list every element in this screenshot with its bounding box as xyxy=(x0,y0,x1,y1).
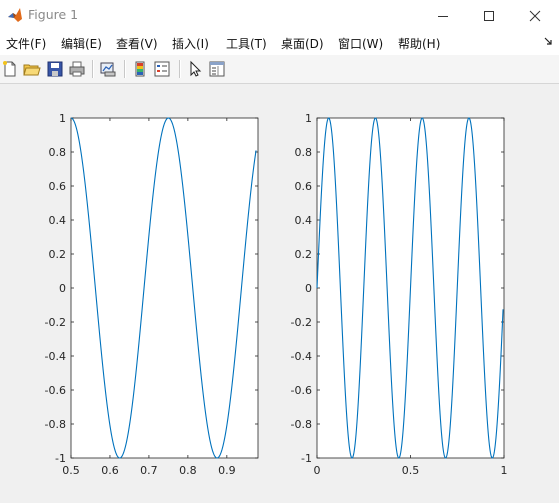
toolbar-separator xyxy=(124,60,126,78)
xtick-label: 1 xyxy=(501,464,508,477)
insert-colorbar-icon[interactable] xyxy=(131,60,149,78)
menu-tools[interactable]: 工具(T) xyxy=(226,35,267,52)
dock-arrow-icon[interactable] xyxy=(543,36,553,46)
ytick-label: 0.4 xyxy=(49,214,67,227)
maximize-button[interactable] xyxy=(466,0,512,31)
plot-canvas: 1 0.8 0.6 0.4 0.2 0 -0.2 -0.4 -0.6 -0.8 -1 0.5 0.6 0.… xyxy=(45,112,508,477)
xtick-label: 0 xyxy=(314,464,321,477)
menu-insert[interactable]: 插入(I) xyxy=(172,35,209,52)
ytick-label: -0.4 xyxy=(45,350,66,363)
toolbar-separator xyxy=(92,60,94,78)
ytick-label: 0.6 xyxy=(295,180,313,193)
ytick-label: -0.6 xyxy=(45,384,66,397)
link-plot-icon[interactable] xyxy=(99,60,117,78)
minimize-button[interactable] xyxy=(420,0,466,31)
ytick-label: 0.2 xyxy=(295,248,313,261)
close-button[interactable] xyxy=(512,0,558,31)
ytick-label: 0.6 xyxy=(49,180,67,193)
ytick-label: 0.8 xyxy=(49,146,67,159)
subplot-1[interactable]: 10.80.60.40.20-0.2-0.4-0.6-0.8-10.5 0.6 0.… xyxy=(45,112,259,477)
ytick-label: -0.8 xyxy=(45,418,66,431)
edit-plot-icon[interactable] xyxy=(186,60,204,78)
maximize-icon xyxy=(484,10,494,21)
title-bar[interactable]: Figure 1 xyxy=(0,0,559,31)
menu-file[interactable]: 文件(F) xyxy=(6,35,46,52)
menu-help[interactable]: 帮助(H) xyxy=(398,35,440,52)
menu-window[interactable]: 窗口(W) xyxy=(338,35,383,52)
ytick-label: 0.2 xyxy=(49,248,67,261)
close-icon xyxy=(529,10,541,21)
menu-bar: 文件(F) 编辑(E) 查看(V) 插入(I) 工具(T) 桌面(D) 窗口(W… xyxy=(0,31,559,55)
xtick-label: 0.7 xyxy=(140,464,158,477)
ytick-label: -0.4 xyxy=(291,350,312,363)
matlab-logo-icon xyxy=(8,8,22,22)
ytick-label: -0.8 xyxy=(291,418,312,431)
save-icon[interactable] xyxy=(46,60,64,78)
toolbar xyxy=(0,55,559,84)
ytick-label: 0.8 xyxy=(295,146,313,159)
insert-legend-icon[interactable] xyxy=(153,60,171,78)
ytick-label: -0.2 xyxy=(291,316,312,329)
minimize-icon xyxy=(438,15,448,17)
print-icon[interactable] xyxy=(68,60,86,78)
menu-desktop[interactable]: 桌面(D) xyxy=(281,35,324,52)
xtick-label: 0.9 xyxy=(218,464,236,477)
ytick-label: 0 xyxy=(305,282,312,295)
property-inspector-icon[interactable] xyxy=(208,60,226,78)
ytick-label: 0.4 xyxy=(295,214,313,227)
xtick-label: 0.8 xyxy=(179,464,197,477)
ytick-label: -1 xyxy=(301,452,312,465)
ytick-label: -0.2 xyxy=(45,316,66,329)
ytick-label: 1 xyxy=(59,112,66,125)
subplot-2[interactable]: 10.80.60.40.20-0.2-0.4-0.6-0.8-10 0.5 1 xyxy=(291,112,508,477)
ytick-label: 0 xyxy=(59,282,66,295)
new-figure-icon[interactable] xyxy=(1,60,19,78)
toolbar-separator xyxy=(179,60,181,78)
ytick-label: -0.6 xyxy=(291,384,312,397)
menu-view[interactable]: 查看(V) xyxy=(116,35,158,52)
open-file-icon[interactable] xyxy=(23,60,41,78)
xtick-label: 0.5 xyxy=(62,464,80,477)
ytick-label: 1 xyxy=(305,112,312,125)
menu-edit[interactable]: 编辑(E) xyxy=(61,35,102,52)
xtick-label: 0.5 xyxy=(402,464,420,477)
figure-canvas: 1 0.8 0.6 0.4 0.2 0 -0.2 -0.4 -0.6 -0.8 -1 0.5 0.6 0.… xyxy=(0,84,559,503)
window-title: Figure 1 xyxy=(28,7,79,22)
figure-window: Figure 1 文件(F) 编辑(E) 查看(V) 插入(I) 工具(T) 桌… xyxy=(0,0,559,503)
xtick-label: 0.6 xyxy=(101,464,119,477)
